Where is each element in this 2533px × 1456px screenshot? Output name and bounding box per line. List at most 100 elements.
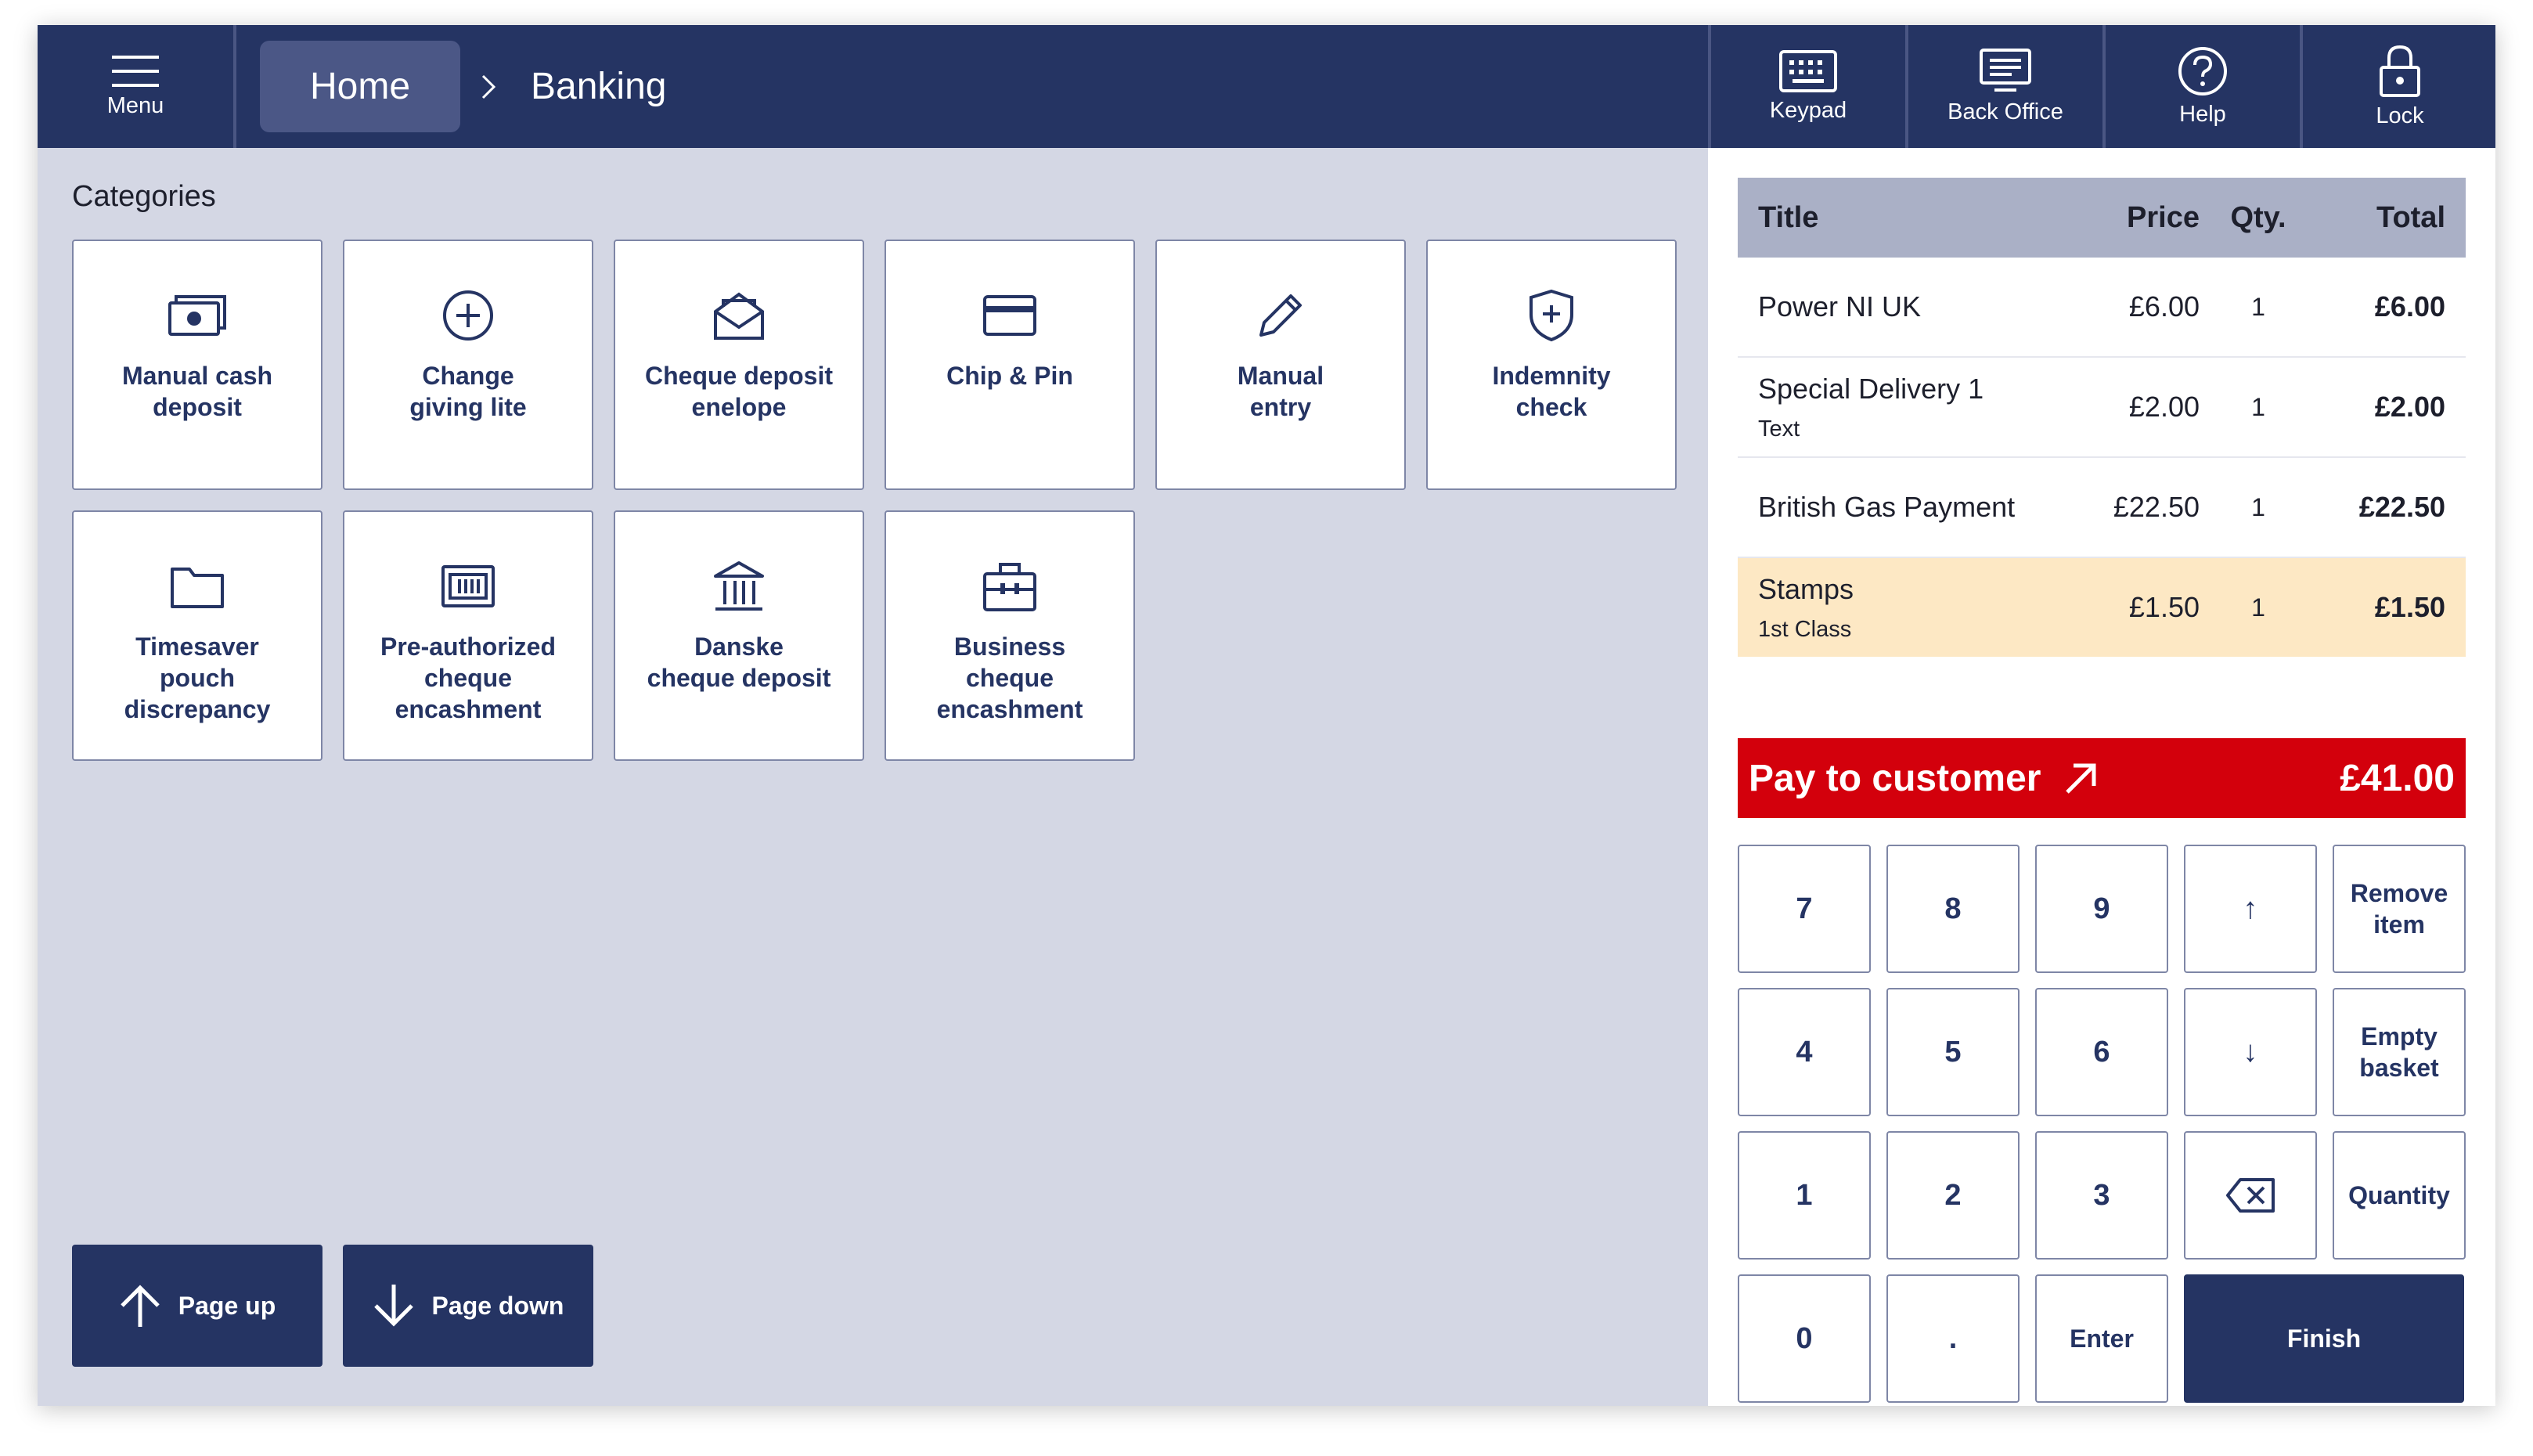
lock-icon (2380, 45, 2420, 97)
row-qty: 1 (2251, 593, 2265, 622)
row-title: Special Delivery 1 (1758, 372, 1984, 405)
key-8[interactable]: 8 (1886, 845, 2020, 973)
lock-button[interactable]: Lock (2300, 25, 2495, 148)
folder-icon (171, 568, 224, 608)
tile-indemnity-check[interactable]: Indemnity check (1426, 240, 1677, 490)
key-2[interactable]: 2 (1886, 1131, 2020, 1260)
cheque-icon (441, 565, 495, 607)
tile-label: Chip & Pin (946, 362, 1073, 390)
monitor-icon (1980, 49, 2031, 92)
tile-label: Cheque deposit enelope (644, 362, 833, 421)
envelope-icon (714, 292, 764, 340)
tile-business-cheque-encashment[interactable]: Business cheque encashment (885, 510, 1135, 761)
breadcrumb-chevron-icon (481, 59, 509, 114)
key-4[interactable]: 4 (1738, 988, 1871, 1116)
row-subtitle: 1st Class (1758, 616, 1852, 642)
pay-label: Pay to customer (1749, 757, 2041, 799)
scroll-up-button[interactable]: ↑ (2184, 845, 2317, 973)
tile-label: Manual cash deposit (121, 362, 273, 421)
arrow-up-right-icon (2066, 763, 2096, 794)
header-qty: Qty. (2230, 200, 2286, 234)
tile-change-giving-lite[interactable]: Change giving lite (343, 240, 593, 490)
tile-label: Timesaver pouch discrepancy (124, 632, 271, 723)
plus-circle-icon (443, 290, 493, 341)
row-title-cell: Special Delivery 1 Text (1738, 373, 2066, 442)
page-up-label: Page up (178, 1291, 276, 1320)
row-total: £22.50 (2358, 491, 2445, 523)
row-price: £2.00 (2128, 391, 2200, 423)
row-qty: 1 (2251, 392, 2265, 421)
keypad-button[interactable]: Keypad (1708, 25, 1905, 148)
row-price: £22.50 (2113, 491, 2200, 523)
tile-label: Manual entry (1237, 362, 1324, 421)
back-office-label: Back Office (1947, 99, 2063, 124)
keypad-label: Keypad (1769, 98, 1847, 123)
down-arrow-icon: ↓ (2243, 1036, 2258, 1069)
enter-button[interactable]: Enter (2035, 1274, 2168, 1403)
pos-app: Menu Home Banking Keypad Back Office Hel… (38, 25, 2495, 1406)
tile-danske-cheque-deposit[interactable]: Danske cheque deposit (614, 510, 864, 761)
pencil-icon (1259, 294, 1302, 337)
basket-panel: Title Price Qty. Total Power NI UK £6.00… (1708, 148, 2495, 1406)
row-title: British Gas Payment (1758, 491, 2016, 523)
backspace-button[interactable] (2184, 1131, 2317, 1260)
scroll-down-button[interactable]: ↓ (2184, 988, 2317, 1116)
basket-row[interactable]: British Gas Payment £22.50 1 £22.50 (1738, 458, 2466, 558)
page-down-label: Page down (431, 1291, 564, 1320)
key-7[interactable]: 7 (1738, 845, 1871, 973)
pay-amount: £41.00 (2340, 757, 2455, 799)
menu-button[interactable]: Menu (38, 25, 236, 148)
page-down-button[interactable]: Page down (343, 1245, 593, 1367)
tile-label: Pre-authorized cheque encashment (380, 632, 557, 723)
tile-label: Business cheque encashment (936, 632, 1083, 723)
header-title: Title (1758, 200, 1819, 234)
up-arrow-icon: ↑ (2243, 892, 2258, 925)
quantity-button[interactable]: Quantity (2333, 1131, 2466, 1260)
pay-to-customer-bar[interactable]: Pay to customer £41.00 (1738, 738, 2466, 818)
tile-label: Danske cheque deposit (647, 632, 831, 692)
briefcase-icon (983, 563, 1036, 611)
tile-label: Change giving lite (409, 362, 527, 421)
tile-timesaver-pouch-discrepancy[interactable]: Timesaver pouch discrepancy (72, 510, 322, 761)
remove-item-button[interactable]: Remove item (2333, 845, 2466, 973)
basket-table: Title Price Qty. Total Power NI UK £6.00… (1738, 178, 2466, 657)
key-9[interactable]: 9 (2035, 845, 2168, 973)
hamburger-menu-icon (112, 56, 159, 87)
key-3[interactable]: 3 (2035, 1131, 2168, 1260)
key-5[interactable]: 5 (1886, 988, 2020, 1116)
tile-chip-and-pin[interactable]: Chip & Pin (885, 240, 1135, 490)
key-6[interactable]: 6 (2035, 988, 2168, 1116)
tile-pre-authorized-cheque-encashment[interactable]: Pre-authorized cheque encashment (343, 510, 593, 761)
keyboard-icon (1779, 50, 1837, 92)
back-office-button[interactable]: Back Office (1905, 25, 2102, 148)
basket-row[interactable]: Special Delivery 1 Text £2.00 1 £2.00 (1738, 358, 2466, 458)
row-qty: 1 (2251, 292, 2265, 321)
key-0[interactable]: 0 (1738, 1274, 1871, 1403)
tile-cheque-deposit-envelope[interactable]: Cheque deposit enelope (614, 240, 864, 490)
help-label: Help (2179, 102, 2226, 127)
row-total: £1.50 (2374, 591, 2445, 623)
tile-manual-entry[interactable]: Manual entry (1155, 240, 1406, 490)
categories-heading: Categories (72, 180, 216, 213)
cash-icon (168, 295, 226, 336)
tile-manual-cash-deposit[interactable]: Manual cash deposit (72, 240, 322, 490)
basket-row[interactable]: Power NI UK £6.00 1 £6.00 (1738, 258, 2466, 358)
basket-row-selected[interactable]: Stamps 1st Class £1.50 1 £1.50 (1738, 558, 2466, 657)
key-1[interactable]: 1 (1738, 1131, 1871, 1260)
menu-label: Menu (106, 93, 164, 118)
top-bar-actions: Keypad Back Office Help Lock (1708, 25, 2495, 148)
top-bar: Menu Home Banking Keypad Back Office Hel… (38, 25, 2495, 148)
empty-basket-button[interactable]: Empty basket (2333, 988, 2466, 1116)
page-up-button[interactable]: Page up (72, 1245, 322, 1367)
breadcrumb-current: Banking (531, 66, 667, 107)
finish-button[interactable]: Finish (2184, 1274, 2464, 1403)
row-qty: 1 (2251, 492, 2265, 521)
bank-icon (714, 561, 764, 611)
row-total: £2.00 (2374, 391, 2445, 423)
row-subtitle: Text (1758, 416, 1800, 441)
help-button[interactable]: Help (2102, 25, 2300, 148)
header-total: Total (2376, 200, 2445, 234)
key-decimal[interactable]: . (1886, 1274, 2020, 1403)
breadcrumb-home[interactable]: Home (260, 41, 460, 132)
row-title: Power NI UK (1758, 290, 1922, 323)
